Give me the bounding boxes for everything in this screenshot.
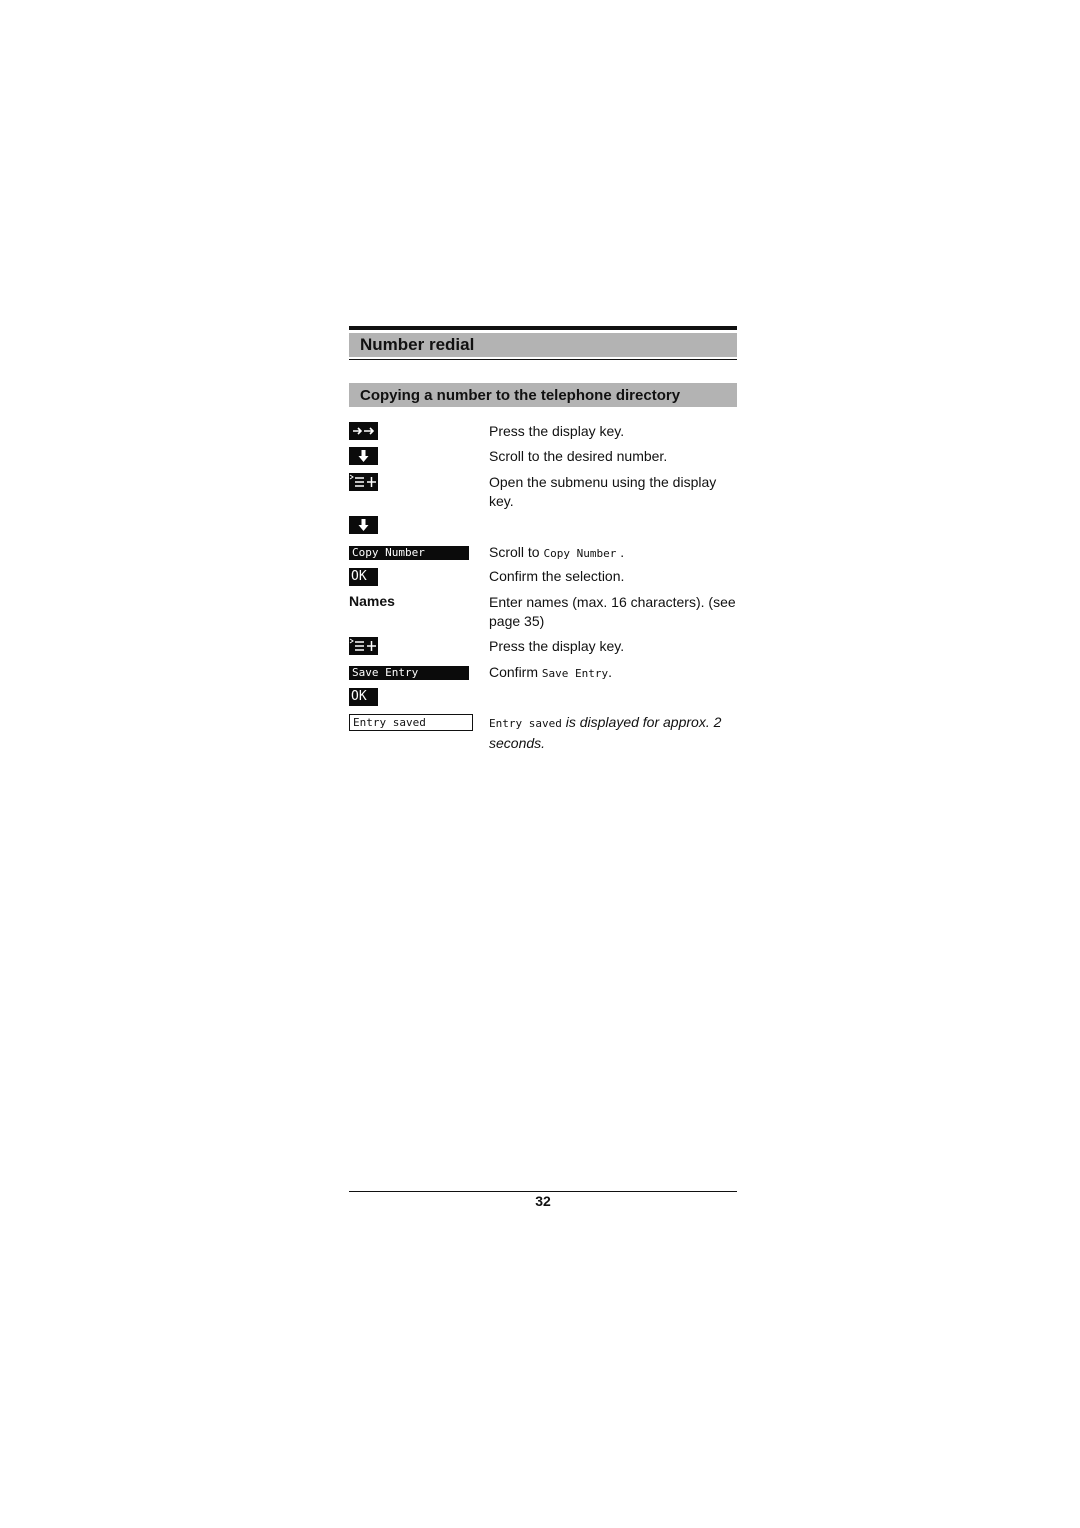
submenu-icon [349,473,378,491]
chapter-header: Number redial [349,333,737,357]
chapter-rule [349,359,737,360]
lcd-inline-text: Copy Number [543,547,617,560]
page-number: 32 [535,1193,551,1209]
step-text: Confirm the selection. [489,568,625,584]
step-text: Confirm Save Entry. [489,664,613,680]
arrow-right-double-icon [349,422,378,440]
section-header: Copying a number to the telephone direct… [349,383,737,407]
step-text: Entry saved is displayed for approx. 2 s… [489,714,722,751]
lcd-entry-saved: Entry saved [349,714,473,731]
lcd-save-entry: Save Entry [349,666,469,680]
step-text: Scroll to Copy Number . [489,544,625,560]
step-text: Enter names (max. 16 characters). (see p… [489,594,736,629]
ok-key: OK [349,688,378,706]
footer-rule [349,1191,737,1192]
step-text: Scroll to the desired number. [489,448,668,464]
lcd-inline-text: Entry saved [489,717,562,730]
submenu-icon [349,637,378,655]
section-title: Copying a number to the telephone direct… [360,387,681,404]
ok-key: OK [349,568,378,586]
chapter-title: Number redial [360,335,475,354]
top-rule [349,326,737,330]
step-text: Press the display key. [489,423,625,439]
step-text: Press the display key. [489,638,625,654]
arrow-down-icon [349,447,378,465]
names-label: Names [349,593,395,609]
step-text: Open the submenu using the display key. [489,474,717,509]
lcd-inline-text: Save Entry [541,667,609,680]
arrow-down-icon [349,516,378,534]
lcd-copy-number: Copy Number [349,546,469,560]
